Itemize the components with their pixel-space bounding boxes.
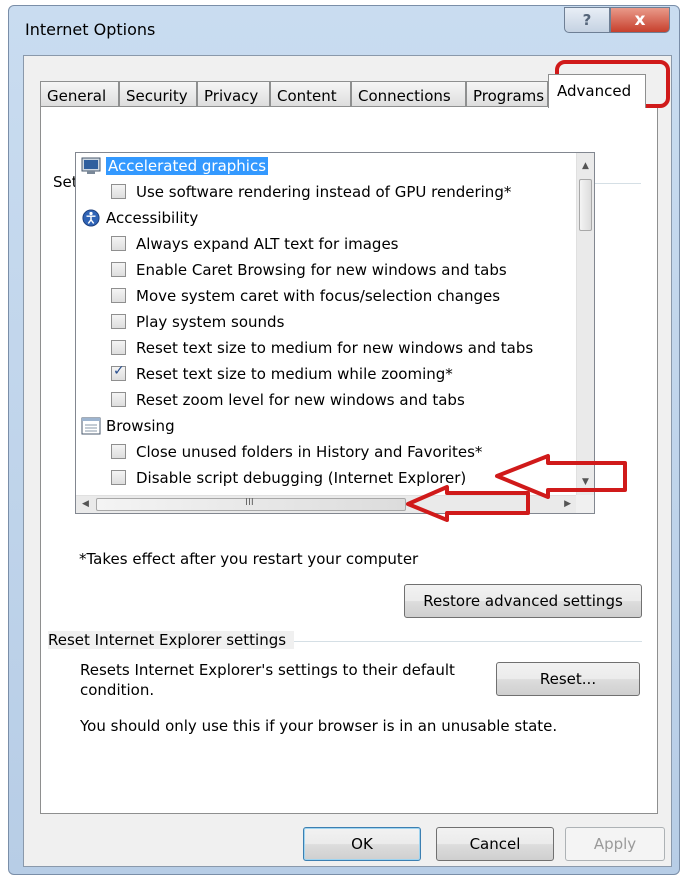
tab-advanced[interactable]: Advanced xyxy=(548,74,646,108)
annotation-arrow-left-icon xyxy=(495,454,627,499)
annotation-layer xyxy=(406,454,627,522)
annotation-arrow-left-icon xyxy=(406,485,530,522)
tab-label: Advanced xyxy=(557,82,632,100)
